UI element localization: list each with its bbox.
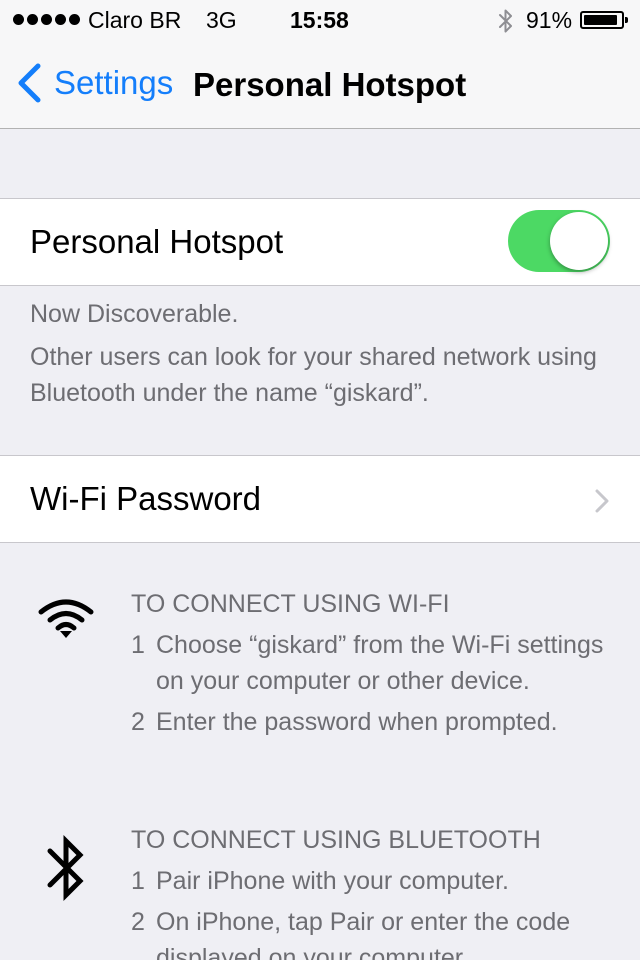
screen: Claro BR 3G 15:58 91% Settings Personal … xyxy=(0,0,640,960)
step-text: On iPhone, tap Pair or enter the code di… xyxy=(156,908,571,960)
step-text: Pair iPhone with your computer. xyxy=(156,867,509,895)
step-number: 1 xyxy=(131,631,145,659)
carrier-name: Claro BR xyxy=(88,7,182,33)
step-text: Choose “giskard” from the Wi-Fi settings… xyxy=(156,631,604,695)
back-button-label: Settings xyxy=(54,64,174,101)
discoverable-footer: Now Discoverable. Other users can look f… xyxy=(30,296,610,411)
hotspot-toggle[interactable] xyxy=(508,210,610,272)
step-text: Enter the password when prompted. xyxy=(156,708,558,736)
hotspot-cell: Personal Hotspot xyxy=(0,198,640,286)
toggle-knob xyxy=(550,212,608,270)
wifi-step: 1 Choose “giskard” from the Wi-Fi settin… xyxy=(131,627,631,699)
bluetooth-icon xyxy=(499,9,512,33)
step-number: 2 xyxy=(131,908,145,936)
bluetooth-step: 1 Pair iPhone with your computer. xyxy=(131,863,631,899)
hotspot-label: Personal Hotspot xyxy=(30,223,284,260)
navigation-bar: Settings Personal Hotspot xyxy=(0,40,640,129)
bluetooth-step: 2 On iPhone, tap Pair or enter the code … xyxy=(131,904,631,960)
battery-percent: 91% xyxy=(526,7,573,33)
wifi-section-heading: TO CONNECT USING WI-FI xyxy=(131,590,450,618)
status-bar: Claro BR 3G 15:58 91% xyxy=(0,0,640,40)
page-title: Personal Hotspot xyxy=(193,66,467,103)
network-type: 3G xyxy=(206,7,237,33)
status-time: 15:58 xyxy=(290,7,349,33)
wifi-password-label: Wi-Fi Password xyxy=(30,480,262,517)
bluetooth-icon xyxy=(47,834,84,902)
bluetooth-section-heading: TO CONNECT USING BLUETOOTH xyxy=(131,826,541,854)
chevron-right-icon xyxy=(595,489,609,513)
signal-dots-icon xyxy=(13,14,80,25)
back-button[interactable]: Settings xyxy=(16,62,173,104)
discoverable-status: Now Discoverable. xyxy=(30,300,239,328)
chevron-left-icon xyxy=(18,63,41,103)
bluetooth-instructions: TO CONNECT USING BLUETOOTH 1 Pair iPhone… xyxy=(131,822,631,960)
wifi-instructions: TO CONNECT USING WI-FI 1 Choose “giskard… xyxy=(131,586,631,740)
battery-icon xyxy=(580,11,628,29)
step-number: 2 xyxy=(131,708,145,736)
discoverable-description: Other users can look for your shared net… xyxy=(30,343,597,407)
step-number: 1 xyxy=(131,867,145,895)
wifi-icon xyxy=(38,599,94,638)
wifi-password-cell[interactable]: Wi-Fi Password xyxy=(0,455,640,543)
wifi-step: 2 Enter the password when prompted. xyxy=(131,704,631,740)
